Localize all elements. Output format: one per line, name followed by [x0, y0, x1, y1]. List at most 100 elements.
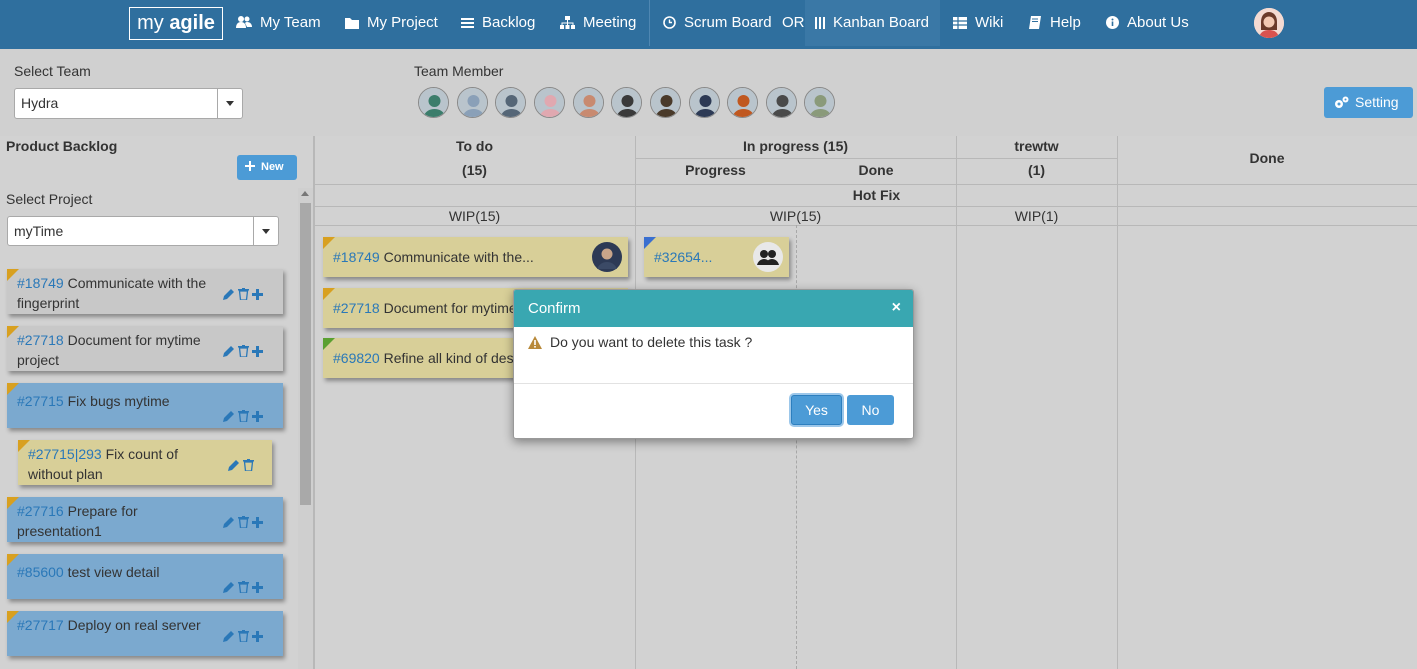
team-member-avatar[interactable] [495, 87, 526, 118]
backlog-item-id[interactable]: #27715 [17, 393, 64, 409]
todo-card-id[interactable]: #27718 [333, 300, 380, 316]
backlog-scrollbar[interactable] [298, 188, 313, 669]
nav-backlog[interactable]: Backlog [461, 0, 535, 46]
backlog-item[interactable]: #85600 test view detail [7, 554, 283, 599]
backlog-item-id[interactable]: #18749 [17, 275, 64, 291]
header-divider [635, 158, 1117, 159]
team-member-avatar[interactable] [611, 87, 642, 118]
trash-icon[interactable] [243, 456, 254, 476]
team-member-avatar[interactable] [573, 87, 604, 118]
user-avatar[interactable] [1254, 8, 1284, 38]
scrollbar-thumb[interactable] [300, 203, 311, 505]
team-member-avatar[interactable] [804, 87, 835, 118]
backlog-item[interactable]: #27715 Fix bugs mytime [7, 383, 283, 428]
gears-icon [1335, 96, 1349, 108]
plus-icon[interactable] [252, 570, 263, 607]
backlog-item[interactable]: #27715|293 Fix count of without plan [18, 440, 272, 485]
backlog-item[interactable]: #27718 Document for mytime project [7, 326, 283, 371]
nav-kanban-board-label: Kanban Board [833, 14, 929, 31]
pencil-icon[interactable] [223, 627, 235, 647]
backlog-item[interactable]: #27717 Deploy on real server [7, 611, 283, 656]
warning-icon [528, 336, 542, 349]
nav-meeting-label: Meeting [583, 14, 637, 31]
trash-icon[interactable] [238, 570, 249, 607]
backlog-item-text: Deploy on real server [67, 617, 201, 633]
setting-button[interactable]: Setting [1324, 87, 1413, 118]
group-users-icon[interactable] [753, 242, 783, 272]
plus-icon[interactable] [252, 285, 263, 305]
clock-icon [663, 16, 676, 29]
backlog-item-id[interactable]: #27716 [17, 503, 64, 519]
nav-backlog-label: Backlog [482, 14, 536, 31]
todo-wip: WIP(15) [448, 208, 501, 224]
new-backlog-button[interactable]: New [237, 155, 297, 180]
info-icon [1106, 16, 1119, 29]
priority-flag-icon [323, 288, 335, 300]
team-member-avatar[interactable] [457, 87, 488, 118]
backlog-item[interactable]: #27716 Prepare for presentation1 [7, 497, 283, 542]
nav-scrum-board[interactable]: Scrum Board [663, 0, 772, 46]
trash-icon[interactable] [238, 342, 249, 362]
team-select-value: Hydra [21, 95, 59, 111]
project-select[interactable]: myTime [7, 216, 279, 246]
priority-flag-icon [644, 237, 656, 249]
inprogress-wip: WIP(15) [769, 208, 822, 224]
list-icon [461, 18, 474, 28]
nav-about-us[interactable]: About Us [1106, 0, 1189, 46]
assignee-avatar[interactable] [592, 242, 622, 272]
todo-card[interactable]: #18749 Communicate with the... [323, 237, 628, 277]
plus-icon[interactable] [252, 399, 263, 436]
columns-icon [815, 17, 825, 29]
backlog-item-id[interactable]: #27718 [17, 332, 64, 348]
pencil-icon[interactable] [223, 342, 235, 362]
pencil-icon[interactable] [223, 513, 235, 533]
pencil-icon[interactable] [223, 570, 235, 607]
trash-icon[interactable] [238, 285, 249, 305]
nav-meeting[interactable]: Meeting [560, 0, 636, 46]
plus-icon[interactable] [252, 342, 263, 362]
team-select[interactable]: Hydra [14, 88, 243, 119]
nav-or-label: OR [782, 14, 805, 31]
product-backlog-title: Product Backlog [6, 138, 118, 154]
team-member-avatar[interactable] [689, 87, 720, 118]
team-member-avatar[interactable] [766, 87, 797, 118]
progress-card-id[interactable]: #32654 [654, 249, 701, 265]
team-member-avatar[interactable] [534, 87, 565, 118]
plus-icon[interactable] [252, 513, 263, 533]
todo-card-id[interactable]: #69820 [333, 350, 380, 366]
inprogress-progress-subtitle: Progress [685, 162, 746, 178]
close-icon[interactable]: × [892, 299, 901, 317]
yes-button[interactable]: Yes [791, 395, 842, 425]
trash-icon[interactable] [238, 513, 249, 533]
backlog-item-id[interactable]: #27715|293 [28, 446, 102, 462]
nav-wiki[interactable]: Wiki [953, 0, 1003, 46]
trash-icon[interactable] [238, 399, 249, 436]
team-member-avatar[interactable] [650, 87, 681, 118]
logo-my: my [137, 12, 170, 34]
todo-card-id[interactable]: #18749 [333, 249, 380, 265]
no-button[interactable]: No [847, 395, 894, 425]
nav-about-us-label: About Us [1127, 14, 1189, 31]
backlog-item-id[interactable]: #85600 [17, 564, 64, 580]
nav-my-team[interactable]: My Team [236, 0, 321, 46]
pencil-icon[interactable] [228, 456, 240, 476]
nav-help[interactable]: Help [1029, 0, 1081, 46]
plus-icon[interactable] [252, 627, 263, 647]
nav-my-project[interactable]: My Project [345, 0, 438, 46]
pencil-icon[interactable] [223, 285, 235, 305]
backlog-item-text: test view detail [67, 564, 160, 580]
team-member-avatar[interactable] [727, 87, 758, 118]
confirm-dialog-header: Confirm [514, 290, 913, 327]
scroll-up-arrow-icon[interactable] [301, 191, 309, 196]
wip-divider [314, 225, 1417, 226]
progress-card[interactable]: #32654... [644, 237, 789, 277]
nav-kanban-board[interactable]: Kanban Board [815, 0, 929, 46]
app-logo[interactable]: my agile [129, 7, 223, 40]
table-icon [953, 17, 967, 29]
setting-button-label: Setting [1355, 94, 1399, 110]
team-member-avatar[interactable] [418, 87, 449, 118]
backlog-item[interactable]: #18749 Communicate with the fingerprint [7, 269, 283, 314]
pencil-icon[interactable] [223, 399, 235, 436]
backlog-item-id[interactable]: #27717 [17, 617, 64, 633]
trash-icon[interactable] [238, 627, 249, 647]
